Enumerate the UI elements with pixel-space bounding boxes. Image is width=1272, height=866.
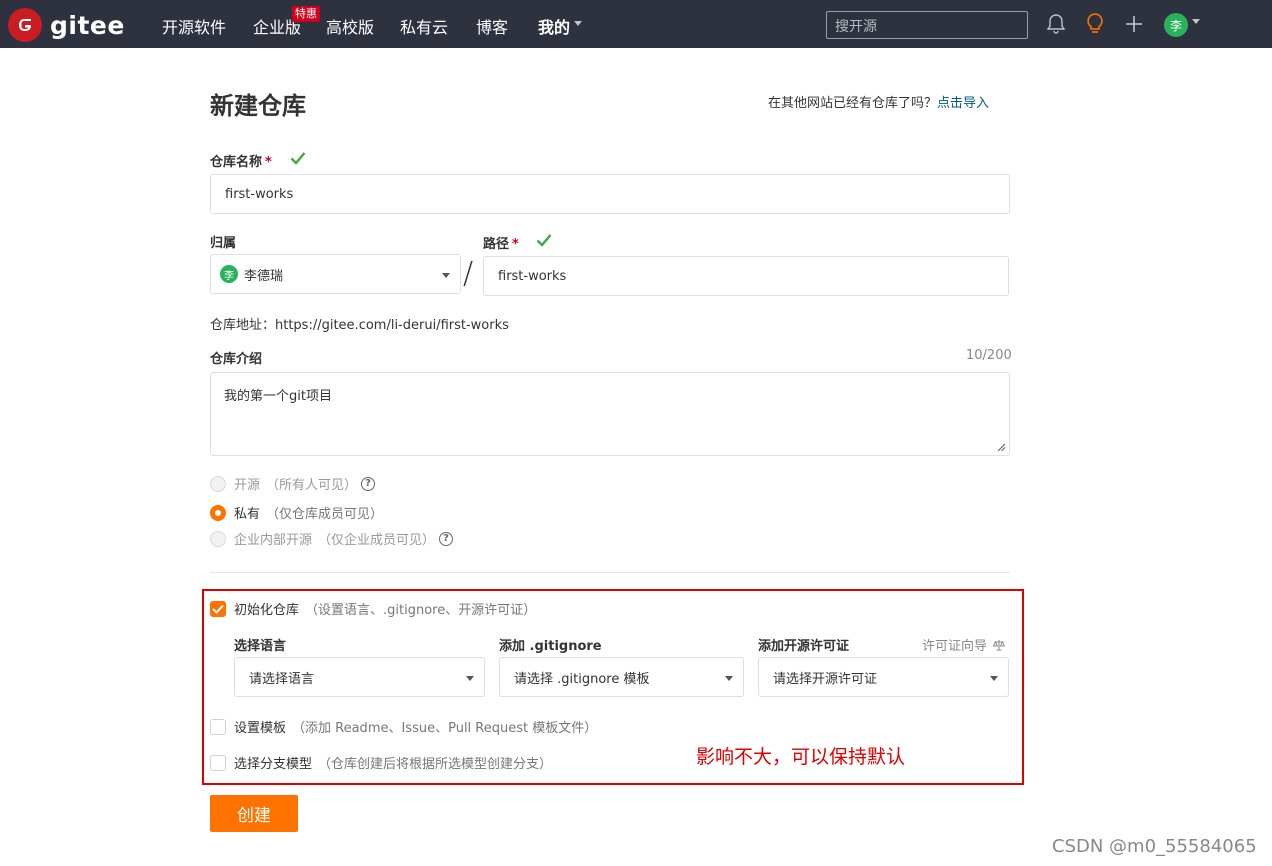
- repo-name-label: 仓库名称 *: [210, 151, 272, 170]
- visibility-label: 开源: [234, 478, 261, 493]
- help-icon[interactable]: ?: [439, 531, 454, 546]
- path-input[interactable]: first-works: [483, 256, 1009, 296]
- scale-icon: [992, 640, 1006, 651]
- radio-button-selected[interactable]: [210, 504, 226, 521]
- nav-private-cloud[interactable]: 私有云: [400, 14, 448, 38]
- language-select[interactable]: 请选择语言: [234, 657, 485, 697]
- license-guide-text: 许可证向导: [922, 639, 988, 654]
- template-checkbox-row[interactable]: 设置模板 （添加 Readme、Issue、Pull Request 模板文件）: [210, 717, 597, 736]
- owner-value: 李德瑞: [244, 268, 284, 284]
- lightbulb-icon[interactable]: [1085, 12, 1105, 36]
- required-mark: *: [512, 237, 519, 252]
- gitignore-select-value: 请选择 .gitignore 模板: [514, 671, 650, 687]
- owner-avatar: 李: [220, 265, 238, 283]
- license-guide-link[interactable]: 许可证向导: [922, 635, 1006, 654]
- template-label: 设置模板: [234, 721, 287, 736]
- gitee-g-icon: [8, 8, 42, 42]
- search-input[interactable]: 搜开源: [826, 11, 1028, 39]
- path-separator: /: [463, 256, 474, 291]
- visibility-private[interactable]: 私有 （仅仓库成员可见）: [210, 503, 383, 522]
- chevron-down-icon: [990, 676, 998, 681]
- nav-blog[interactable]: 博客: [476, 14, 508, 38]
- license-label: 添加开源许可证: [758, 639, 850, 654]
- radio-button[interactable]: [210, 475, 226, 492]
- logo-text: gitee: [50, 10, 125, 40]
- watermark: CSDN @m0_55584065: [1052, 836, 1257, 857]
- annotation-text: 影响不大，可以保持默认: [696, 746, 906, 768]
- visibility-note: （仅仓库成员可见）: [266, 507, 384, 522]
- create-button[interactable]: 创建: [210, 795, 298, 832]
- repo-name-label-text: 仓库名称: [210, 155, 263, 170]
- page-title: 新建仓库: [210, 92, 306, 120]
- branch-label: 选择分支模型: [234, 757, 313, 772]
- check-icon: [536, 234, 552, 247]
- visibility-enterprise[interactable]: 企业内部开源 （仅企业成员可见） ?: [210, 529, 454, 548]
- branch-note: （仓库创建后将根据所选模型创建分支）: [318, 757, 553, 772]
- import-question: 在其他网站已经有仓库了吗？: [768, 96, 938, 111]
- desc-label: 仓库介绍: [210, 352, 263, 367]
- init-repo-checkbox-row[interactable]: 初始化仓库 （设置语言、.gitignore、开源许可证）: [210, 599, 536, 618]
- owner-label: 归属: [210, 236, 237, 251]
- resize-handle-icon[interactable]: [997, 443, 1006, 452]
- chevron-down-icon: [725, 676, 733, 681]
- owner-select[interactable]: 李 李德瑞: [210, 254, 461, 294]
- import-link[interactable]: 点击导入: [937, 96, 989, 111]
- chevron-down-icon: [1192, 19, 1200, 24]
- bell-icon[interactable]: [1046, 13, 1066, 35]
- branch-model-checkbox-row[interactable]: 选择分支模型 （仓库创建后将根据所选模型创建分支）: [210, 753, 552, 772]
- visibility-open-source[interactable]: 开源 （所有人可见） ?: [210, 474, 376, 493]
- visibility-note: （所有人可见）: [266, 478, 358, 493]
- gitignore-label: 添加 .gitignore: [499, 639, 602, 654]
- nav-mine[interactable]: 我的: [538, 14, 570, 38]
- plus-icon[interactable]: [1125, 15, 1143, 33]
- visibility-label: 企业内部开源: [234, 533, 313, 548]
- path-label-text: 路径: [483, 237, 510, 252]
- desc-textarea[interactable]: 我的第一个git项目: [210, 372, 1010, 456]
- help-icon[interactable]: ?: [361, 476, 376, 491]
- desc-counter: 10/200: [966, 348, 1012, 363]
- lang-label: 选择语言: [234, 639, 287, 654]
- nav-open-source[interactable]: 开源软件: [162, 14, 226, 38]
- checkbox[interactable]: [210, 754, 226, 771]
- path-label: 路径 *: [483, 233, 519, 252]
- license-select[interactable]: 请选择开源许可证: [758, 657, 1009, 697]
- user-avatar[interactable]: 李: [1164, 13, 1188, 37]
- required-mark: *: [265, 155, 272, 170]
- chevron-down-icon: [442, 273, 450, 278]
- license-select-value: 请选择开源许可证: [773, 671, 878, 687]
- nav-education[interactable]: 高校版: [326, 14, 374, 38]
- promo-badge: 特惠: [292, 6, 320, 22]
- visibility-label: 私有: [234, 507, 261, 522]
- chevron-down-icon: [466, 676, 474, 681]
- visibility-note: （仅企业成员可见）: [318, 533, 436, 548]
- language-select-value: 请选择语言: [249, 671, 315, 687]
- chevron-down-icon: [574, 21, 582, 26]
- check-icon: [290, 152, 306, 165]
- template-note: （添加 Readme、Issue、Pull Request 模板文件）: [292, 721, 598, 736]
- checkbox-checked[interactable]: [210, 600, 226, 617]
- checkbox[interactable]: [210, 718, 226, 735]
- radio-button[interactable]: [210, 530, 226, 547]
- top-navbar: gitee 开源软件 企业版 特惠 高校版 私有云 博客 我的 搜开源 李: [0, 0, 1272, 48]
- repo-url: 仓库地址：https://gitee.com/li-derui/first-wo…: [210, 318, 509, 333]
- gitee-logo[interactable]: gitee: [8, 8, 125, 42]
- check-icon: [212, 604, 224, 614]
- init-note: （设置语言、.gitignore、开源许可证）: [305, 603, 537, 618]
- gitignore-select[interactable]: 请选择 .gitignore 模板: [499, 657, 744, 697]
- desc-value: 我的第一个git项目: [224, 389, 332, 404]
- divider: [210, 572, 1010, 573]
- init-label: 初始化仓库: [234, 603, 300, 618]
- import-hint: 在其他网站已经有仓库了吗？点击导入: [768, 92, 989, 111]
- repo-name-input[interactable]: first-works: [210, 174, 1010, 214]
